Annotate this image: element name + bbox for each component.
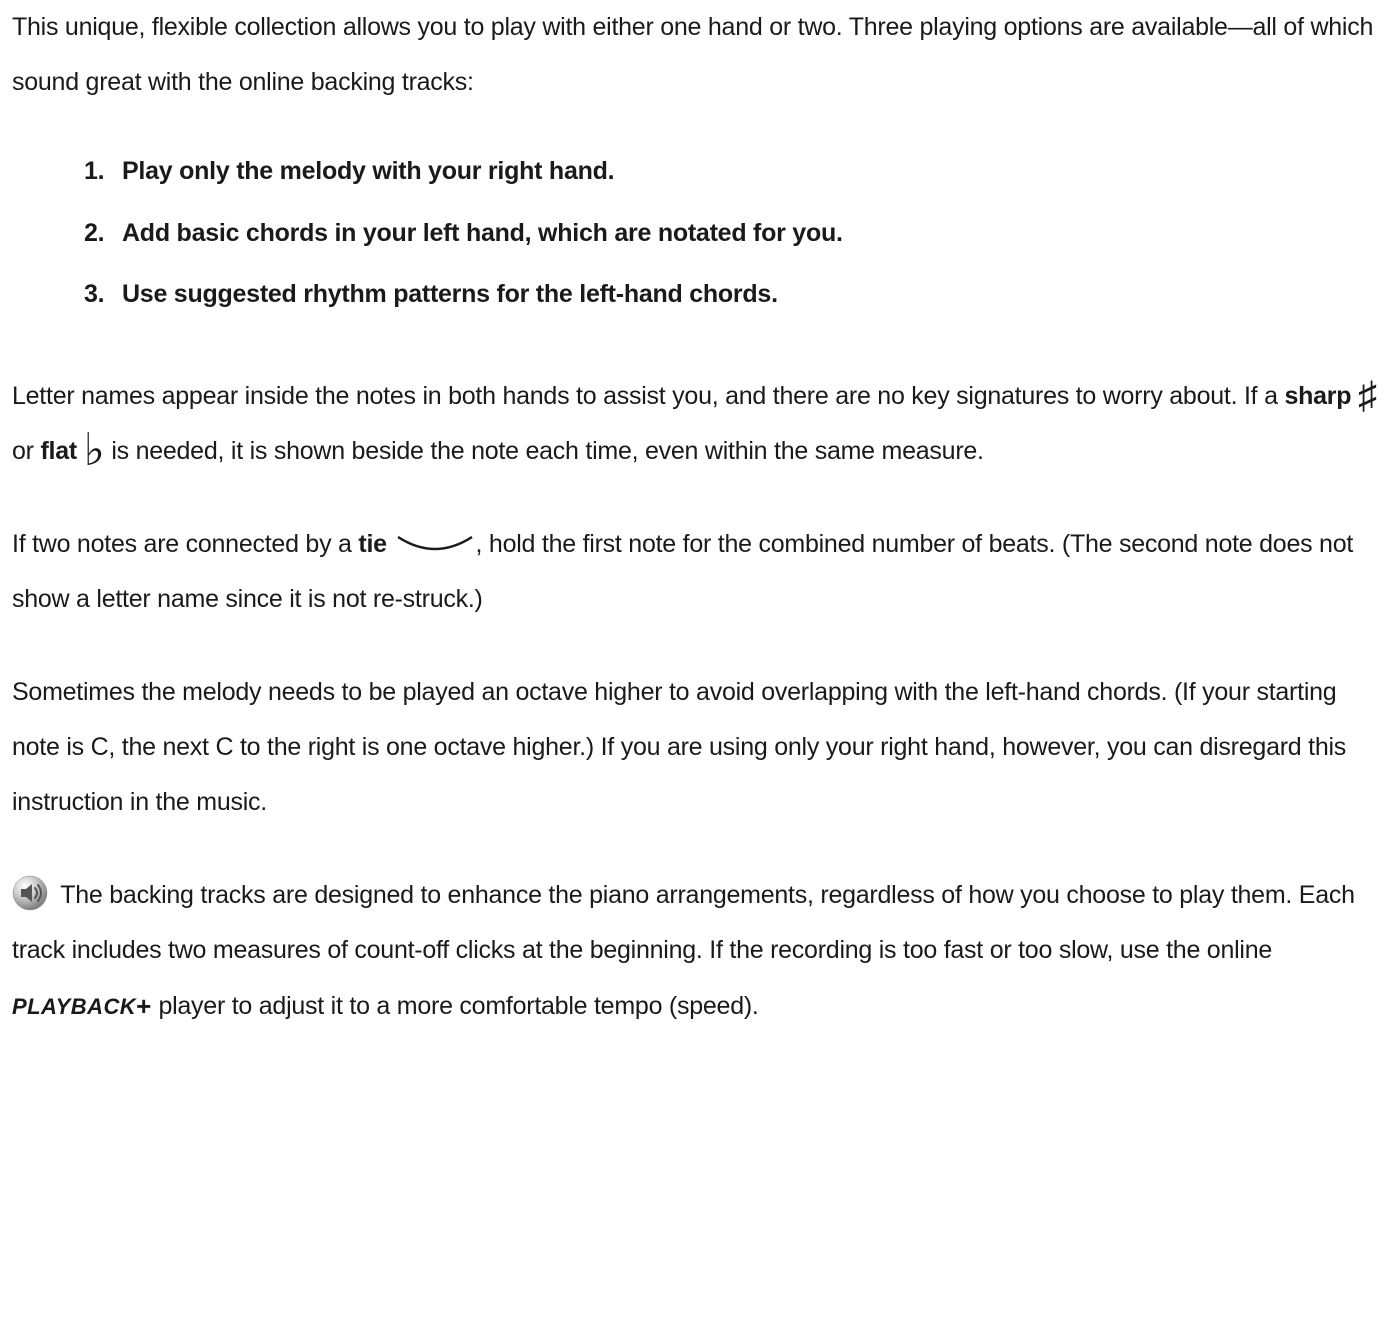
octave-paragraph: Sometimes the melody needs to be played … — [12, 665, 1388, 830]
playback-brand: PLAYBACK+ — [12, 994, 152, 1019]
tie-paragraph: If two notes are connected by a tie , ho… — [12, 517, 1388, 627]
letter-names-paragraph: Letter names appear inside the notes in … — [12, 369, 1388, 479]
option-1: Play only the melody with your right han… — [122, 148, 1388, 196]
playing-options-list: Play only the melody with your right han… — [12, 148, 1388, 319]
flat-icon: ♭ — [84, 424, 105, 475]
sharp-icon: ♯ — [1358, 375, 1377, 417]
tie-icon — [396, 535, 474, 555]
letter-names-or: or — [12, 437, 40, 465]
flat-label: flat — [40, 437, 77, 465]
letter-names-text-post: is needed, it is shown beside the note e… — [105, 437, 984, 465]
backing-text-pre: The backing tracks are designed to enhan… — [12, 881, 1355, 964]
option-3: Use suggested rhythm patterns for the le… — [122, 271, 1388, 319]
tie-text-pre: If two notes are connected by a — [12, 530, 358, 558]
option-2: Add basic chords in your left hand, whic… — [122, 210, 1388, 258]
sharp-label: sharp — [1284, 382, 1351, 410]
tie-label: tie — [358, 530, 386, 558]
backing-tracks-paragraph: The backing tracks are designed to enhan… — [12, 868, 1388, 1035]
intro-paragraph: This unique, flexible collection allows … — [12, 0, 1388, 110]
backing-text-post: player to adjust it to a more comfortabl… — [152, 992, 759, 1020]
letter-names-text-pre: Letter names appear inside the notes in … — [12, 382, 1284, 410]
playback-plus-icon: + — [136, 991, 152, 1021]
speaker-icon — [12, 875, 48, 911]
